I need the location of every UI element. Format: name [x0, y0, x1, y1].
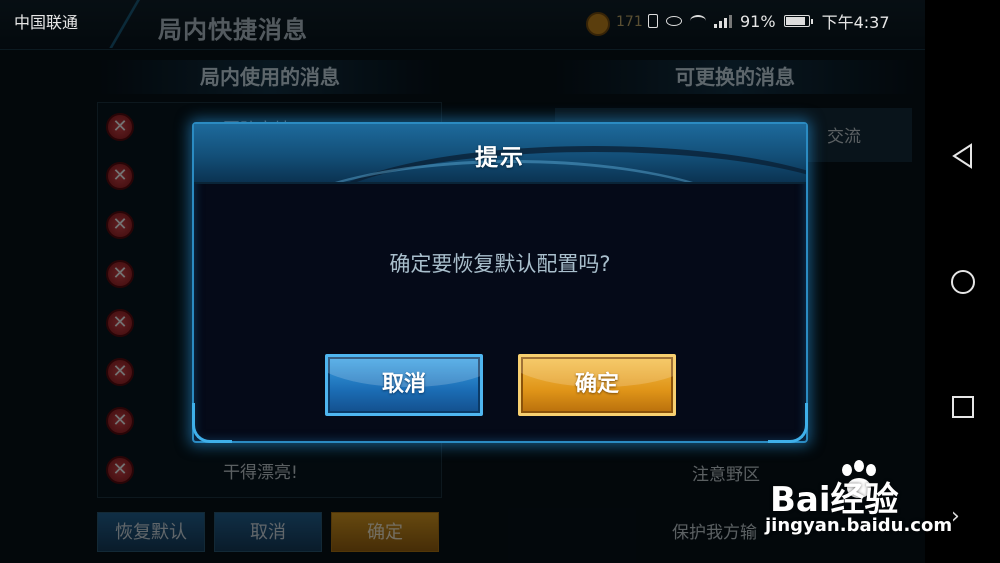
- frame-corner: [768, 403, 808, 443]
- cancel-button[interactable]: 取消: [214, 512, 322, 552]
- status-icons: 91% 下午4:37: [648, 9, 890, 33]
- clock: 下午4:37: [821, 13, 890, 32]
- list-item[interactable]: ✕ 干得漂亮!: [98, 446, 443, 495]
- delete-icon[interactable]: ✕: [106, 211, 134, 239]
- wifi-icon: [690, 15, 706, 27]
- delete-icon[interactable]: ✕: [106, 358, 134, 386]
- dialog-title: 提示: [475, 145, 525, 171]
- delete-icon[interactable]: ✕: [106, 456, 134, 484]
- frame-corner: [192, 403, 232, 443]
- signal-icon: [714, 14, 732, 28]
- left-column-title: 局内使用的消息: [100, 60, 440, 94]
- list-item[interactable]: 保护我方输: [672, 518, 757, 543]
- confirm-button[interactable]: 确定: [331, 512, 439, 552]
- battery-icon: [783, 15, 813, 27]
- carrier-label: 中国联通: [14, 13, 79, 32]
- message-text: 干得漂亮!: [223, 463, 298, 483]
- delete-icon[interactable]: ✕: [106, 309, 134, 337]
- status-bar: 中国联通 91% 下午4:37: [0, 0, 1000, 36]
- vibrate-icon: [648, 14, 658, 28]
- dialog-header: 提示: [194, 124, 806, 184]
- dialog-cancel-label: 取消: [381, 372, 426, 397]
- baidu-jingyan-watermark: Bai经验 jingyan.baidu.com: [765, 460, 965, 550]
- dialog-message: 确定要恢复默认配置吗?: [389, 252, 611, 276]
- recent-apps-icon[interactable]: [949, 393, 977, 421]
- delete-icon[interactable]: ✕: [106, 260, 134, 288]
- watermark-url: jingyan.baidu.com: [765, 515, 953, 536]
- restore-default-button[interactable]: 恢复默认: [97, 512, 205, 552]
- right-column-title: 可更换的消息: [555, 60, 915, 94]
- delete-icon[interactable]: ✕: [106, 113, 134, 141]
- list-item[interactable]: 注意野区: [692, 460, 760, 485]
- battery-percent: 91%: [740, 11, 776, 31]
- dialog-confirm-button[interactable]: 确定: [518, 354, 676, 416]
- dialog-confirm-label: 确定: [574, 372, 619, 397]
- home-icon[interactable]: [949, 268, 977, 296]
- delete-icon[interactable]: ✕: [106, 407, 134, 435]
- back-icon[interactable]: [949, 142, 977, 170]
- list-item[interactable]: 交流: [827, 122, 861, 147]
- dialog-cancel-button[interactable]: 取消: [325, 354, 483, 416]
- confirm-dialog: 提示 确定要恢复默认配置吗? 取消 确定: [192, 122, 808, 443]
- eye-icon: [666, 16, 682, 26]
- delete-icon[interactable]: ✕: [106, 162, 134, 190]
- watermark-logo-text: Bai经验: [770, 480, 899, 520]
